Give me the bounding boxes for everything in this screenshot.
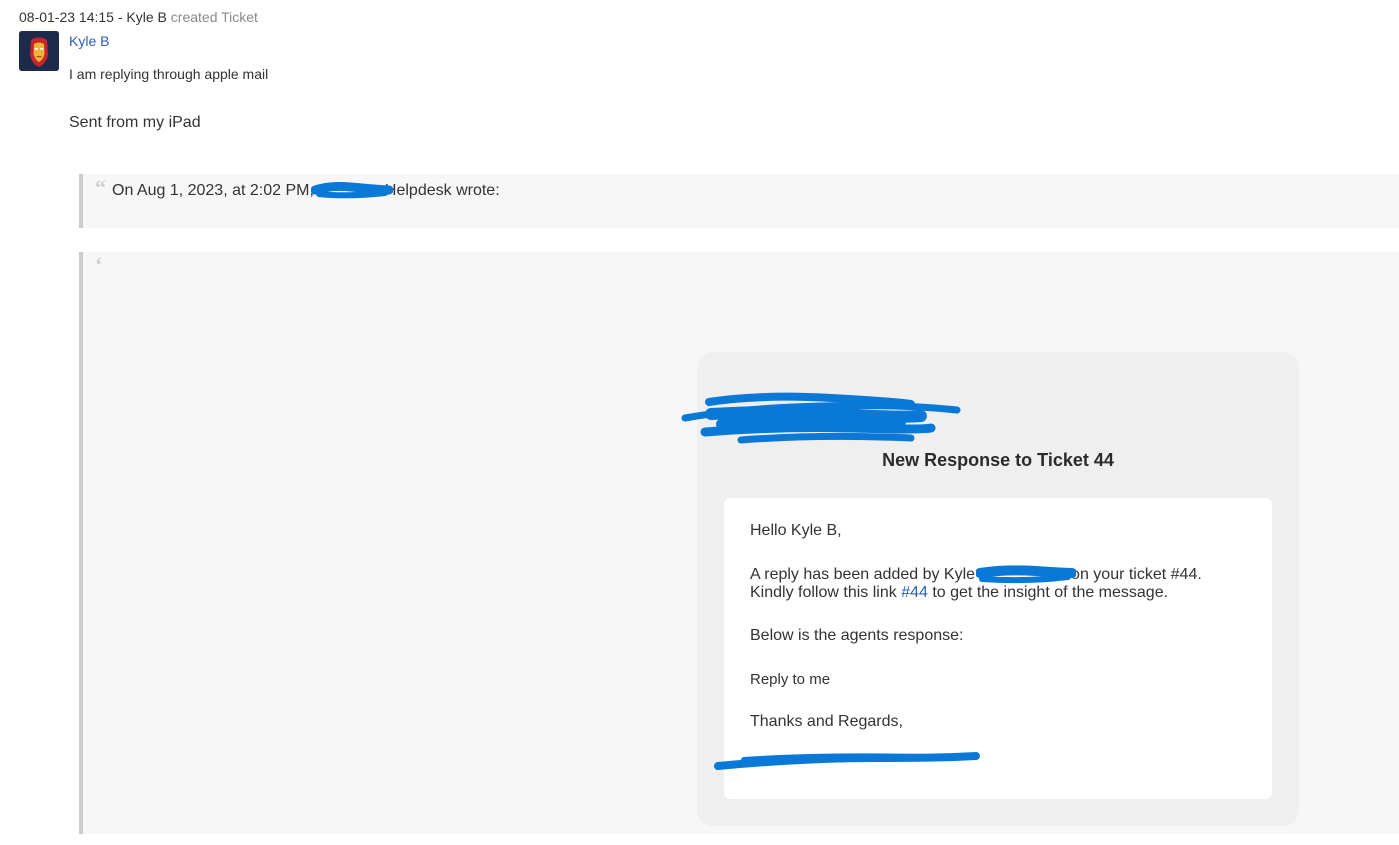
redaction-mark xyxy=(681,388,961,448)
quoted-header-prefix: On Aug 1, 2023, at 2:02 PM, xyxy=(112,182,314,199)
activity-separator: - xyxy=(117,9,123,25)
message-line: Sent from my iPad xyxy=(69,114,201,131)
email-reply-suffix: on your ticket #44. xyxy=(1071,566,1202,583)
email-follow-line: Kindly follow this link #44 to get the i… xyxy=(750,584,1168,602)
quoted-header-text: On Aug 1, 2023, at 2:02 PM, Helpdesk wrot… xyxy=(112,182,500,200)
email-thanks-line: Thanks and Regards, xyxy=(750,713,903,730)
ticket-link[interactable]: #44 xyxy=(901,584,928,601)
email-below-line: Below is the agents response: xyxy=(750,627,964,644)
quote-mark-icon: ‘ xyxy=(95,252,103,277)
quoted-header-block: “ On Aug 1, 2023, at 2:02 PM, Helpdesk wr… xyxy=(79,174,1399,228)
ticket-thread: 08-01-23 14:15 - Kyle B created Ticket K… xyxy=(0,0,1399,845)
email-reply-prefix: A reply has been added by Kyle xyxy=(750,566,976,583)
email-body: Hello Kyle B, A reply has been added by … xyxy=(714,498,1272,799)
author-link[interactable]: Kyle B xyxy=(69,33,109,49)
email-greeting: Hello Kyle B, xyxy=(750,522,842,539)
quote-mark-icon: “ xyxy=(95,175,106,200)
iron-man-avatar-icon xyxy=(19,31,59,71)
email-title: New Response to Ticket 44 xyxy=(882,450,1114,470)
avatar[interactable] xyxy=(19,31,59,71)
message-line: I am replying through apple mail xyxy=(69,66,269,82)
redaction-mark xyxy=(714,746,980,776)
activity-action: created Ticket xyxy=(170,9,258,25)
activity-timestamp: 08-01-23 14:15 xyxy=(19,9,114,25)
quoted-header-suffix: Helpdesk wrote: xyxy=(384,182,500,199)
activity-meta: 08-01-23 14:15 - Kyle B created Ticket xyxy=(19,9,258,25)
redaction-mark xyxy=(976,564,1076,586)
activity-actor: Kyle B xyxy=(126,9,167,25)
redaction-mark xyxy=(311,182,393,199)
email-response-line: Reply to me xyxy=(750,671,831,688)
email-card: New Response to Ticket 44 Hello Kyle B, … xyxy=(681,352,1299,826)
email-follow-prefix: Kindly follow this link xyxy=(750,584,897,601)
email-follow-suffix: to get the insight of the message. xyxy=(932,584,1169,601)
